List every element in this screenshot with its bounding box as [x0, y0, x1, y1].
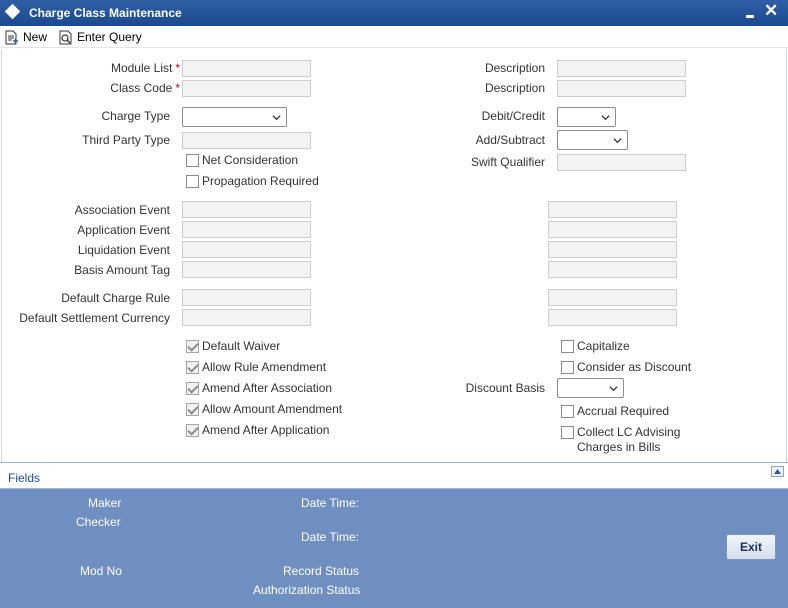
chevron-down-icon [609, 386, 618, 392]
association-event-label: Association Event [74, 203, 170, 217]
propagation-required-checkbox[interactable] [186, 175, 199, 188]
collect-lc-advising-label-line2: Charges in Bills [577, 440, 661, 454]
collect-lc-advising-checkbox[interactable] [561, 426, 574, 439]
new-document-icon [5, 30, 18, 44]
minimize-icon[interactable] [745, 3, 757, 21]
authorization-status-label: Authorization Status [253, 583, 361, 597]
default-waiver-label: Default Waiver [202, 339, 281, 353]
liquidation-event-description [548, 241, 677, 258]
charge-class-form: Module List * Description Class Code * Des… [1, 49, 787, 462]
close-icon[interactable]: ✕ [764, 1, 778, 21]
description-1-input[interactable] [557, 60, 686, 77]
chevron-down-icon [601, 115, 610, 121]
charge-type-select[interactable] [182, 107, 287, 127]
enter-query-label: Enter Query [77, 30, 142, 44]
consider-as-discount-checkbox[interactable] [561, 361, 574, 374]
amend-after-application-checkbox[interactable] [186, 424, 199, 437]
swift-qualifier-label: Swift Qualifier [470, 155, 545, 169]
chevron-down-icon [272, 115, 281, 121]
charge-type-label: Charge Type [101, 109, 171, 123]
third-party-type-input[interactable] [182, 132, 311, 149]
association-event-description [548, 201, 677, 218]
propagation-required-label: Propagation Required [202, 174, 319, 188]
exit-button[interactable]: Exit [726, 534, 776, 560]
liquidation-event-input[interactable] [182, 241, 311, 258]
description-2-input[interactable] [557, 80, 686, 97]
allow-amount-amendment-label: Allow Amount Amendment [202, 402, 343, 416]
swift-qualifier-input[interactable] [557, 154, 686, 171]
basis-amount-tag-label: Basis Amount Tag [74, 263, 170, 277]
chevron-down-icon [613, 138, 622, 144]
fields-bar: Fields [0, 462, 788, 489]
record-status-label: Record Status [283, 564, 360, 578]
description-1-label: Description [484, 61, 545, 75]
application-event-label: Application Event [77, 223, 170, 237]
accrual-required-label: Accrual Required [577, 404, 670, 418]
discount-basis-select[interactable] [557, 378, 624, 398]
allow-rule-amendment-checkbox[interactable] [186, 361, 199, 374]
third-party-type-label: Third Party Type [82, 133, 170, 147]
amend-after-association-checkbox[interactable] [186, 382, 199, 395]
amend-after-association-label: Amend After Association [202, 381, 333, 395]
liquidation-event-label: Liquidation Event [77, 243, 170, 257]
toolbar: New Enter Query [0, 26, 788, 48]
class-code-input[interactable] [182, 80, 311, 97]
checker-label: Checker [76, 515, 121, 529]
collect-lc-advising-label-line1: Collect LC Advising [577, 425, 681, 439]
new-button[interactable]: New [4, 28, 47, 46]
class-code-label: Class Code * [110, 81, 180, 95]
net-consideration-label: Net Consideration [202, 153, 299, 167]
accrual-required-checkbox[interactable] [561, 405, 574, 418]
discount-basis-label: Discount Basis [465, 381, 545, 395]
allow-amount-amendment-checkbox[interactable] [186, 403, 199, 416]
query-icon [59, 30, 72, 44]
allow-rule-amendment-label: Allow Rule Amendment [202, 360, 327, 374]
new-button-label: New [23, 30, 48, 44]
amend-after-application-label: Amend After Application [202, 423, 330, 437]
module-list-label: Module List * [110, 61, 180, 75]
default-charge-rule-description [548, 289, 677, 306]
default-waiver-checkbox[interactable] [186, 340, 199, 353]
module-list-input[interactable] [182, 60, 311, 77]
net-consideration-checkbox[interactable] [186, 154, 199, 167]
diamond-icon [4, 3, 21, 20]
audit-footer: Maker Checker Date Time: Date Time: Mod … [0, 489, 788, 608]
maker-date-time-label: Date Time: [301, 496, 360, 510]
maker-label: Maker [88, 496, 122, 510]
default-charge-rule-input[interactable] [182, 289, 311, 306]
fields-link[interactable]: Fields [8, 471, 40, 485]
default-settlement-currency-description [548, 309, 677, 326]
debit-credit-select[interactable] [557, 107, 616, 127]
association-event-input[interactable] [182, 201, 311, 218]
capitalize-checkbox[interactable] [561, 340, 574, 353]
application-event-input[interactable] [182, 221, 311, 238]
checker-date-time-label: Date Time: [301, 530, 360, 544]
add-subtract-select[interactable] [557, 130, 628, 150]
mod-no-label: Mod No [80, 564, 123, 578]
collapse-up-icon[interactable] [771, 466, 784, 477]
debit-credit-label: Debit/Credit [481, 109, 545, 123]
default-settlement-currency-input[interactable] [182, 309, 311, 326]
basis-amount-tag-description [548, 261, 677, 278]
title-bar: Charge Class Maintenance ✕ [0, 0, 788, 26]
enter-query-button[interactable]: Enter Query [58, 28, 142, 46]
consider-as-discount-label: Consider as Discount [577, 360, 692, 374]
add-subtract-label: Add/Subtract [475, 133, 545, 147]
description-2-label: Description [484, 81, 545, 95]
application-event-description [548, 221, 677, 238]
basis-amount-tag-input[interactable] [182, 261, 311, 278]
default-charge-rule-label: Default Charge Rule [61, 291, 170, 305]
window-title: Charge Class Maintenance [29, 6, 182, 20]
capitalize-label: Capitalize [577, 339, 630, 353]
default-settlement-currency-label: Default Settlement Currency [19, 311, 170, 325]
